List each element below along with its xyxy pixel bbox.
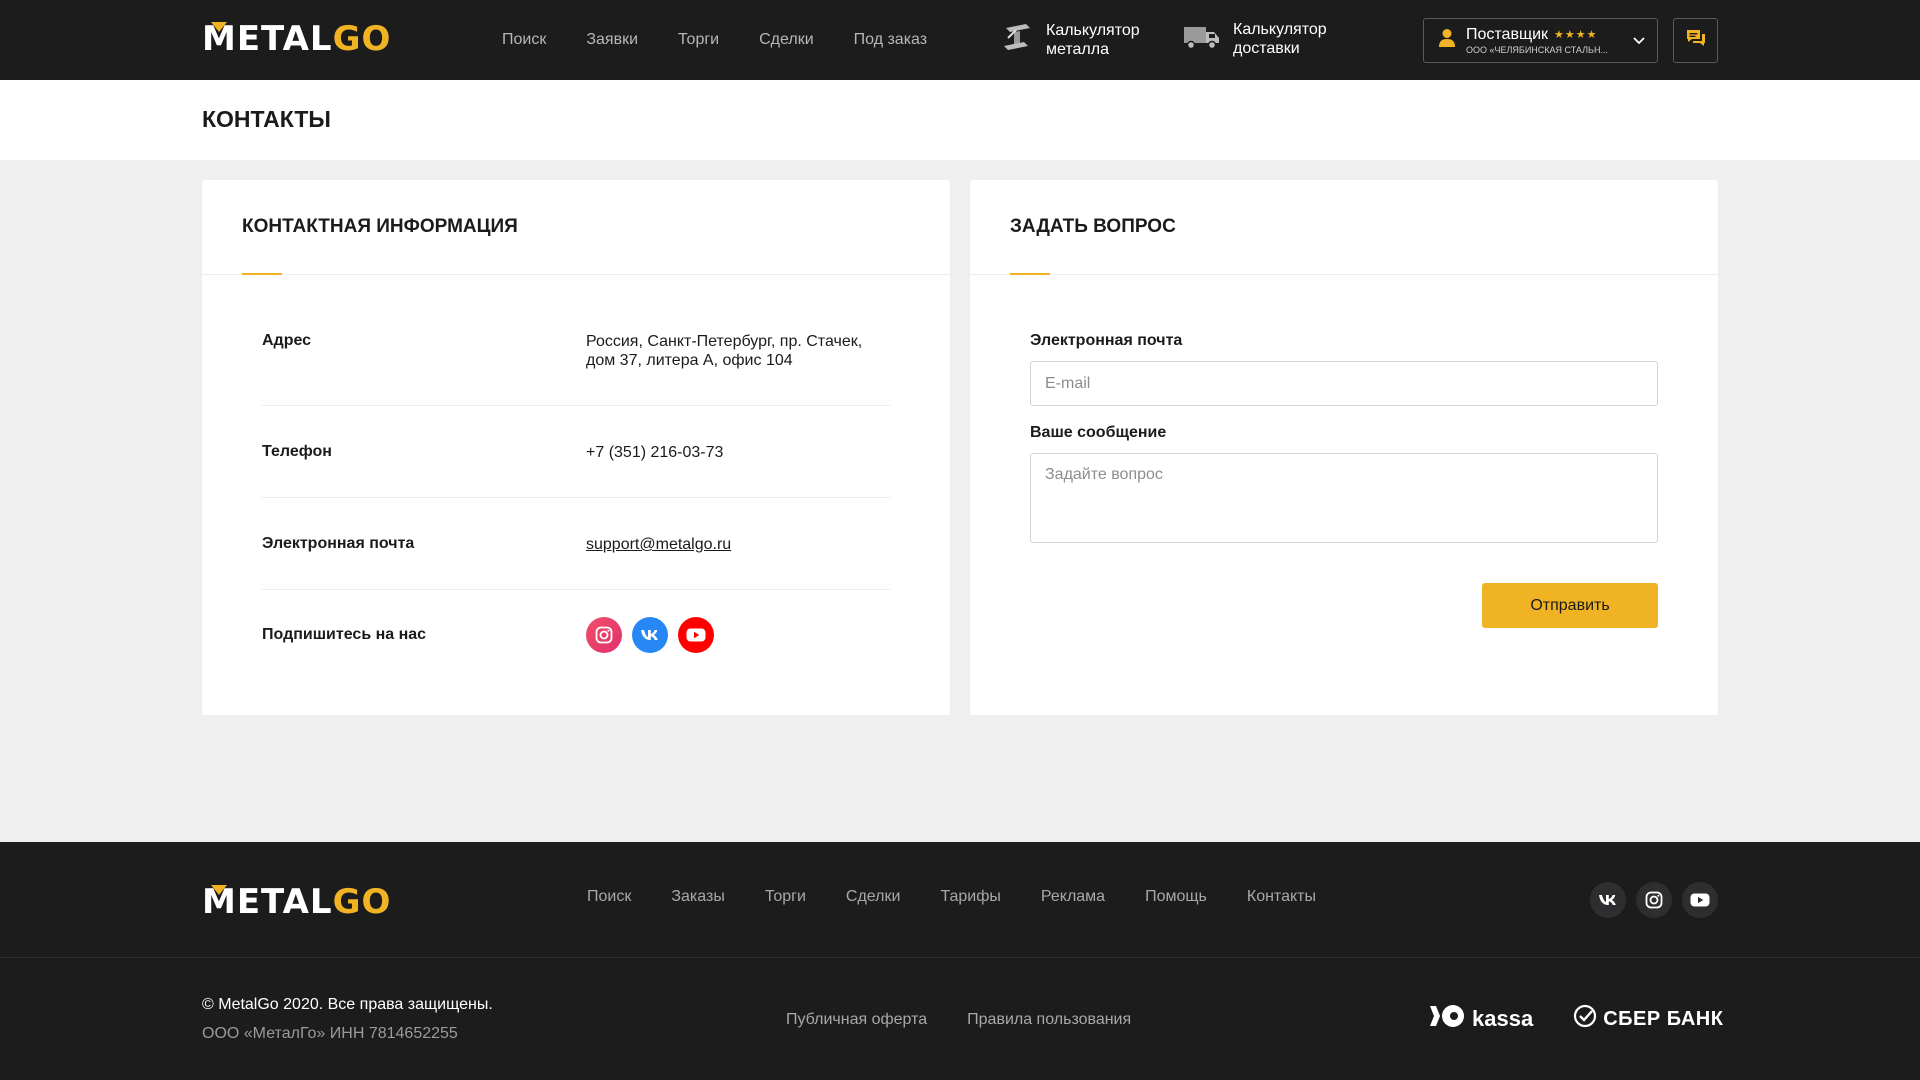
vk-icon[interactable] bbox=[1590, 882, 1626, 918]
kassa-text: kassa bbox=[1472, 1006, 1534, 1031]
logo-go-text: GO bbox=[332, 882, 392, 922]
user-role: Поставщик bbox=[1466, 25, 1549, 43]
chevron-down-icon bbox=[1633, 32, 1645, 50]
row-divider bbox=[262, 589, 890, 590]
logo-metal-text: METAL bbox=[202, 19, 333, 59]
yoomoney-icon bbox=[1430, 1004, 1466, 1034]
phone-row: Телефон +7 (351) 216-03-73 bbox=[262, 443, 890, 462]
form-message-label: Ваше сообщение bbox=[1030, 424, 1167, 441]
metal-calculator-link[interactable]: Калькулятор металла bbox=[1000, 20, 1140, 59]
nav-auctions[interactable]: Торги bbox=[678, 31, 719, 49]
footer-nav-help[interactable]: Помощь bbox=[1145, 888, 1207, 906]
page-title: КОНТАКТЫ bbox=[202, 106, 331, 132]
footer-nav-auctions[interactable]: Торги bbox=[765, 888, 806, 906]
top-nav: Поиск Заявки Торги Сделки Под заказ bbox=[502, 0, 927, 80]
footer-nav-deals[interactable]: Сделки bbox=[846, 888, 901, 906]
title-accent-line bbox=[242, 273, 282, 275]
user-icon bbox=[1438, 28, 1456, 53]
sber-check-icon bbox=[1573, 1004, 1597, 1034]
instagram-icon[interactable] bbox=[586, 617, 622, 653]
phone-label: Телефон bbox=[262, 443, 332, 460]
nav-custom-order[interactable]: Под заказ bbox=[854, 31, 927, 49]
logo-metal-text: METAL bbox=[202, 882, 333, 922]
email-field[interactable] bbox=[1030, 361, 1658, 406]
ask-question-title: ЗАДАТЬ ВОПРОС bbox=[1010, 216, 1176, 237]
user-company: ООО «ЧЕЛЯБИНСКАЯ СТАЛЬН... bbox=[1466, 44, 1608, 55]
legal-links: Публичная оферта Правила пользования bbox=[786, 1011, 1131, 1029]
sberbank-logo: СБЕР БАНК bbox=[1573, 1004, 1723, 1034]
address-line-2: дом 37, литера А, офис 104 bbox=[586, 352, 793, 369]
address-row: Адрес Россия, Санкт-Петербург, пр. Стаче… bbox=[262, 332, 890, 370]
vk-icon[interactable] bbox=[632, 617, 668, 653]
form-email-label: Электронная почта bbox=[1030, 332, 1183, 349]
contact-info-title: КОНТАКТНАЯ ИНФОРМАЦИЯ bbox=[242, 216, 518, 237]
socials-row: Подпишитесь на нас bbox=[262, 617, 890, 653]
copyright-text: © MetalGo 2020. Все права защищены. bbox=[202, 996, 493, 1013]
social-links bbox=[586, 617, 714, 653]
title-accent-line bbox=[1010, 273, 1050, 275]
footer-nav-contacts[interactable]: Контакты bbox=[1247, 888, 1316, 906]
footer-nav-ads[interactable]: Реклама bbox=[1041, 888, 1105, 906]
metal-calculator-line1: Калькулятор bbox=[1046, 21, 1140, 39]
metal-beam-icon bbox=[1000, 20, 1034, 59]
payment-logos: kassa СБЕР БАНК bbox=[1430, 1004, 1723, 1034]
footer-social-links bbox=[1590, 882, 1718, 918]
user-menu-dropdown[interactable]: Поставщик ★★★★ ООО «ЧЕЛЯБИНСКАЯ СТАЛЬН..… bbox=[1423, 18, 1658, 63]
footer-nav-search[interactable]: Поиск bbox=[587, 888, 631, 906]
nav-deals[interactable]: Сделки bbox=[759, 31, 814, 49]
footer-nav-tariffs[interactable]: Тарифы bbox=[940, 888, 1000, 906]
footer-nav-orders[interactable]: Заказы bbox=[671, 888, 724, 906]
terms-of-use-link[interactable]: Правила пользования bbox=[967, 1011, 1131, 1029]
footer-divider bbox=[0, 957, 1920, 958]
metalgo-logo[interactable]: METAL GO bbox=[202, 22, 391, 56]
public-offer-link[interactable]: Публичная оферта bbox=[786, 1011, 927, 1029]
delivery-calculator-line2: доставки bbox=[1233, 40, 1300, 57]
chat-icon bbox=[1686, 29, 1706, 52]
ask-question-header: ЗАДАТЬ ВОПРОС bbox=[970, 180, 1718, 275]
nav-search[interactable]: Поиск bbox=[502, 31, 546, 49]
address-line-1: Россия, Санкт-Петербург, пр. Стачек, bbox=[586, 333, 863, 350]
user-rating-stars: ★★★★ bbox=[1554, 29, 1598, 41]
address-value: Россия, Санкт-Петербург, пр. Стачек, дом… bbox=[586, 332, 862, 370]
yookassa-logo: kassa bbox=[1430, 1004, 1533, 1034]
youtube-icon[interactable] bbox=[678, 617, 714, 653]
footer bbox=[0, 842, 1920, 1080]
email-label: Электронная почта bbox=[262, 535, 415, 552]
sber-text: СБЕР БАНК bbox=[1603, 1007, 1724, 1030]
youtube-icon[interactable] bbox=[1682, 882, 1718, 918]
email-row: Электронная почта support@metalgo.ru bbox=[262, 535, 890, 554]
message-textarea[interactable] bbox=[1030, 453, 1658, 543]
contact-info-card: КОНТАКТНАЯ ИНФОРМАЦИЯ Адрес Россия, Санк… bbox=[202, 180, 950, 715]
truck-icon bbox=[1183, 22, 1221, 57]
contact-info-header: КОНТАКТНАЯ ИНФОРМАЦИЯ bbox=[202, 180, 950, 275]
submit-button[interactable]: Отправить bbox=[1482, 583, 1658, 628]
row-divider bbox=[262, 497, 890, 498]
phone-value[interactable]: +7 (351) 216-03-73 bbox=[586, 443, 723, 462]
instagram-icon[interactable] bbox=[1636, 882, 1672, 918]
ask-question-card: ЗАДАТЬ ВОПРОС Электронная почта Ваше соо… bbox=[970, 180, 1718, 715]
delivery-calculator-link[interactable]: Калькулятор доставки bbox=[1183, 20, 1327, 58]
nav-requests[interactable]: Заявки bbox=[586, 31, 638, 49]
logo-go-text: GO bbox=[332, 19, 392, 59]
address-label: Адрес bbox=[262, 332, 312, 349]
footer-metalgo-logo[interactable]: METAL GO bbox=[202, 885, 391, 919]
footer-nav: Поиск Заказы Торги Сделки Тарифы Реклама… bbox=[587, 888, 1316, 906]
subscribe-label: Подпишитесь на нас bbox=[262, 626, 427, 643]
support-email-link[interactable]: support@metalgo.ru bbox=[586, 535, 731, 554]
row-divider bbox=[262, 405, 890, 406]
messages-button[interactable] bbox=[1673, 18, 1718, 63]
company-details: ООО «МеталГо» ИНН 7814652255 bbox=[202, 1025, 458, 1042]
header: METAL GO Поиск Заявки Торги Сделки Под за… bbox=[0, 0, 1920, 80]
metal-calculator-line2: металла bbox=[1046, 40, 1109, 58]
delivery-calculator-line1: Калькулятор bbox=[1233, 21, 1327, 38]
